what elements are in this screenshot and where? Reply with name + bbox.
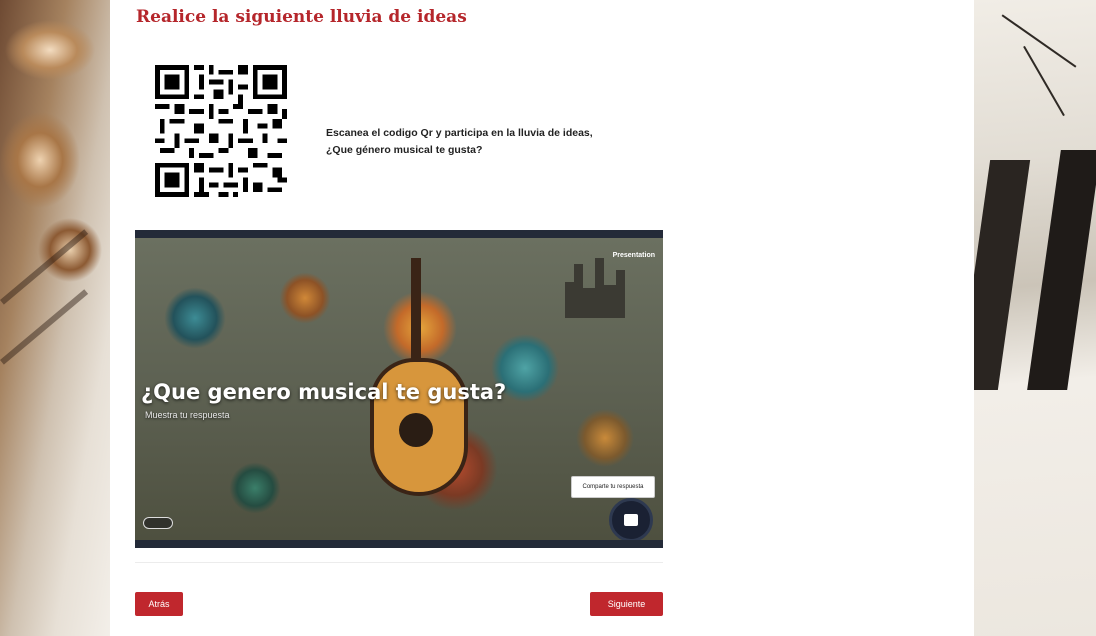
instruction-line: Escanea el codigo Qr y participa en la l… [326,127,593,139]
slide-indicator[interactable] [143,517,173,529]
background-image-left [0,0,110,636]
decorative-bar [0,289,89,365]
piano-key [1027,150,1096,390]
city-silhouette [565,258,625,318]
presentation-brand: Presentation [612,252,655,259]
qr-code-icon [150,60,292,202]
guitar-soundhole [399,413,433,447]
back-button[interactable]: Atrás [135,592,183,616]
decorative-line [1001,14,1077,68]
divider [135,562,663,563]
share-answer-button[interactable]: Comparte tu respuesta [571,476,655,498]
slide-subtitle: Muestra tu respuesta [145,410,230,420]
slide-title: ¿Que genero musical te gusta? [141,380,507,404]
instruction-question: ¿Que género musical te gusta? [326,144,483,156]
embedded-presentation[interactable]: Presentation ¿Que genero musical te gust… [135,230,663,548]
embed-top-bar [135,230,663,238]
background-image-right [957,0,1096,636]
content-panel: Realice la siguiente lluvia de ideas Esc… [110,0,974,636]
instruction-text: Escanea el codigo Qr y participa en la l… [326,125,686,159]
decorative-bar [0,229,89,305]
next-button[interactable]: Siguiente [590,592,663,616]
page-title: Realice la siguiente lluvia de ideas [136,7,467,27]
embed-bottom-bar [135,540,663,548]
chat-bubble-icon[interactable] [609,498,653,542]
guitar-neck [411,258,421,368]
chat-glyph [624,514,638,526]
